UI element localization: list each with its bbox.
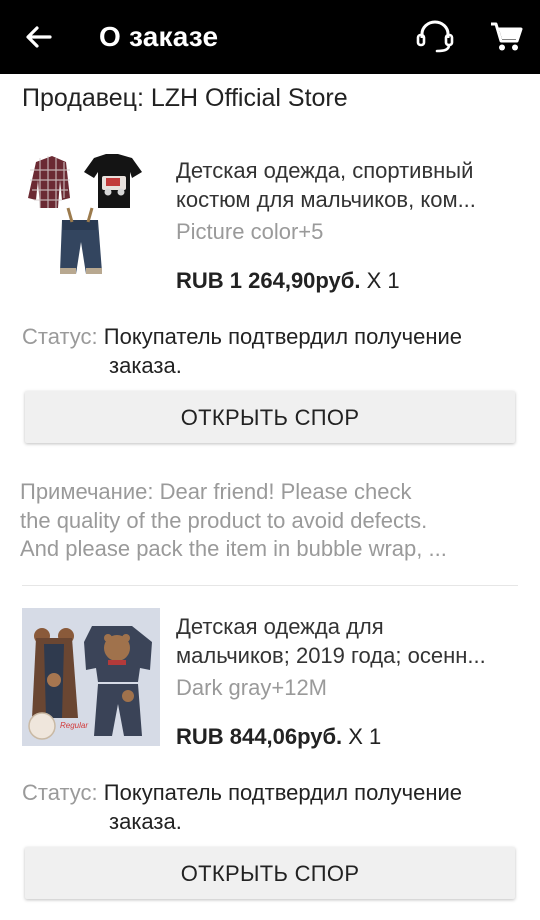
divider: [22, 585, 518, 586]
note-text-line3: And please pack the item in bubble wrap,…: [20, 536, 447, 561]
svg-text:Regular: Regular: [60, 721, 88, 730]
product-variant: Picture color+5: [176, 219, 324, 244]
quantity: X 1: [342, 724, 382, 749]
cart-icon[interactable]: [489, 19, 525, 53]
product-price: RUB 844,06руб. X 1: [176, 723, 381, 751]
seller-name[interactable]: Продавец: LZH Official Store: [22, 82, 348, 114]
status-value-cont: заказа.: [109, 353, 182, 378]
open-dispute-button[interactable]: ОТКРЫТЬ СПОР: [25, 847, 515, 899]
product-price: RUB 1 264,90руб. X 1: [176, 267, 400, 295]
price-amount: RUB 1 264,90руб.: [176, 268, 361, 293]
status-label: Статус:: [22, 324, 98, 349]
headset-icon[interactable]: [414, 18, 456, 54]
status-value: Покупатель подтвердил получение: [97, 780, 463, 805]
open-dispute-button[interactable]: ОТКРЫТЬ СПОР: [25, 391, 515, 443]
note-text-line2: the quality of the product to avoid defe…: [20, 507, 428, 533]
order-note: Примечание: Dear friend! Please check th…: [20, 478, 520, 564]
status-value-cont: заказа.: [109, 809, 182, 834]
page-title: О заказе: [99, 21, 219, 52]
note-label: Примечание:: [20, 479, 154, 504]
product-variant: Dark gray+12M: [176, 675, 328, 700]
order-status: Статус: Покупатель подтвердил получение …: [22, 778, 522, 836]
product-image[interactable]: [22, 150, 160, 288]
product-title[interactable]: Детская одежда, спортивный костюм для ма…: [176, 156, 521, 214]
quantity: X 1: [360, 268, 400, 293]
note-text: Dear friend! Please check: [153, 479, 412, 504]
arrow-left-icon[interactable]: [22, 20, 56, 54]
price-amount: RUB 844,06руб.: [176, 724, 343, 749]
product-title[interactable]: Детская одежда для мальчиков; 2019 года;…: [176, 612, 521, 670]
app-bar: О заказе: [0, 0, 540, 74]
product-image[interactable]: Regular: [22, 608, 160, 746]
order-status: Статус: Покупатель подтвердил получение …: [22, 322, 522, 380]
status-label: Статус:: [22, 780, 98, 805]
status-value: Покупатель подтвердил получение: [97, 324, 463, 349]
